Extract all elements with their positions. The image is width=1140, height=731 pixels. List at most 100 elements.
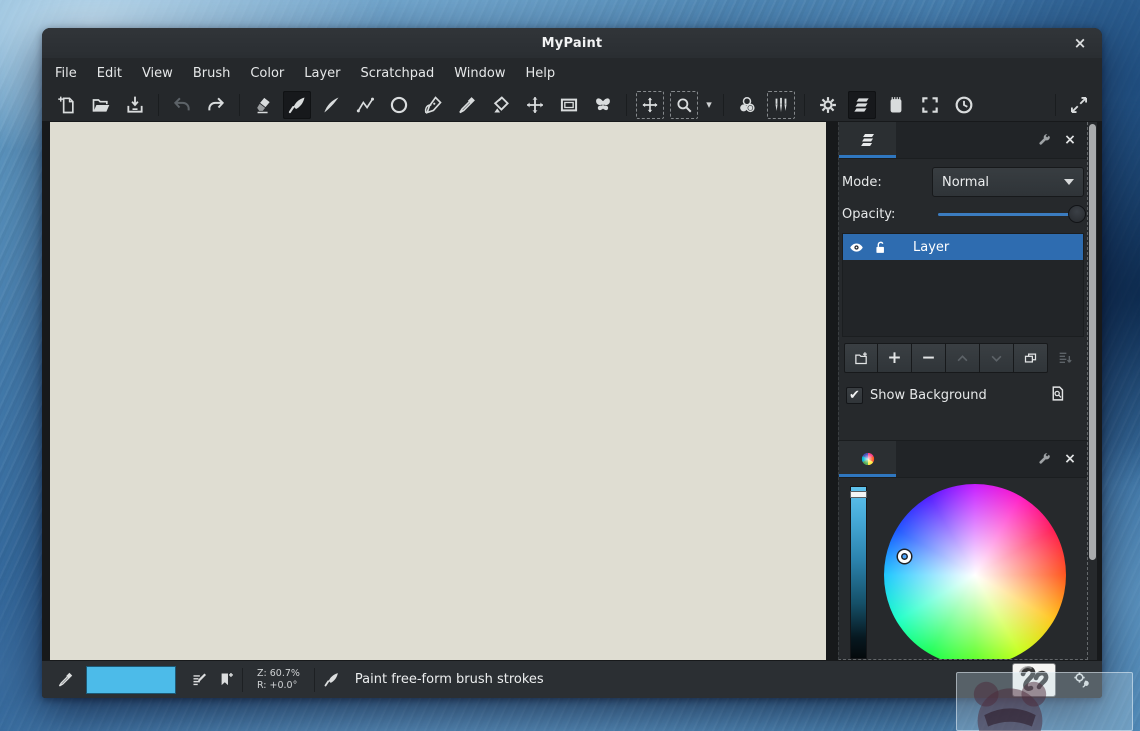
paintbrush-tool-icon[interactable] xyxy=(283,91,311,119)
layers-panel-toggle-icon[interactable] xyxy=(848,91,876,119)
color-panel-tabbar: × xyxy=(839,441,1087,478)
redo-icon[interactable] xyxy=(202,91,230,119)
color-value-slider[interactable] xyxy=(850,486,867,659)
toolbar-separator xyxy=(723,94,724,116)
layers-panel: × Mode: Normal Opacity: xyxy=(839,122,1087,441)
frame-tool-icon[interactable] xyxy=(555,91,583,119)
move-layer-tool-icon[interactable] xyxy=(521,91,549,119)
raise-layer-button[interactable] xyxy=(946,343,980,373)
toolbar-separator xyxy=(239,94,240,116)
active-tool-brush-icon xyxy=(319,666,345,694)
view-options-dropdown-icon[interactable]: ▾ xyxy=(701,98,717,111)
menu-window[interactable]: Window xyxy=(444,60,515,87)
layer-lock-open-icon[interactable] xyxy=(873,240,888,255)
layer-name[interactable]: Layer xyxy=(913,240,949,255)
ellipse-tool-icon[interactable] xyxy=(385,91,413,119)
history-clock-icon[interactable] xyxy=(950,91,978,119)
menu-file[interactable]: File xyxy=(45,60,87,87)
toolbar-separator xyxy=(626,94,627,116)
color-wheel-icon xyxy=(859,450,877,468)
opacity-slider-handle[interactable] xyxy=(1068,205,1086,223)
window-title: MyPaint xyxy=(542,36,603,51)
color-panel: × xyxy=(839,441,1087,659)
mode-label: Mode: xyxy=(842,175,882,190)
background-chooser-icon[interactable] xyxy=(1049,385,1066,406)
layer-visible-eye-icon[interactable] xyxy=(849,240,864,255)
menu-color[interactable]: Color xyxy=(240,60,294,87)
layer-buttons: + − xyxy=(842,343,1084,373)
mypaint-dock-overlay[interactable] xyxy=(956,672,1133,731)
eraser-icon[interactable] xyxy=(249,91,277,119)
brush-list-toggle-icon[interactable] xyxy=(767,91,795,119)
opacity-slider[interactable] xyxy=(938,205,1084,223)
layers-panel-close-icon[interactable]: × xyxy=(1057,122,1083,158)
layer-list[interactable]: Layer xyxy=(842,233,1084,337)
hsv-color-wheel[interactable] xyxy=(884,484,1066,659)
show-background-checkbox[interactable]: ✔ xyxy=(846,387,863,404)
main-area: × Mode: Normal Opacity: xyxy=(42,122,1102,660)
scratchpad-toggle-icon[interactable] xyxy=(882,91,910,119)
remove-layer-button[interactable]: − xyxy=(912,343,946,373)
color-wheel-tab[interactable] xyxy=(839,441,896,477)
bookmark-add-icon[interactable] xyxy=(212,666,238,694)
new-file-icon[interactable] xyxy=(53,91,81,119)
title-bar[interactable]: MyPaint × xyxy=(42,28,1102,58)
duplicate-layer-button[interactable] xyxy=(1014,343,1048,373)
layer-mode-select[interactable]: Normal xyxy=(932,167,1084,197)
status-bar: Z: 60.7% R: +0.0° Paint free-form brush … xyxy=(42,660,1102,698)
edit-brush-settings-icon[interactable] xyxy=(186,666,212,694)
window-close-button[interactable]: × xyxy=(1068,31,1092,55)
panel-settings-wrench-icon[interactable] xyxy=(1031,122,1057,158)
fullscreen-icon[interactable] xyxy=(916,91,944,119)
show-background-label[interactable]: Show Background xyxy=(870,388,987,403)
flood-fill-tool-icon[interactable] xyxy=(487,91,515,119)
smooth-line-tool-icon[interactable] xyxy=(317,91,345,119)
open-file-icon[interactable] xyxy=(87,91,115,119)
color-value-slider-handle[interactable] xyxy=(850,491,867,498)
drawing-canvas[interactable] xyxy=(50,122,826,660)
statusbar-separator xyxy=(242,668,243,692)
merge-down-button[interactable] xyxy=(1048,343,1082,373)
layers-panel-tabbar: × xyxy=(839,122,1087,159)
layers-tab[interactable] xyxy=(839,122,896,158)
dock-scrollbar-thumb[interactable] xyxy=(1089,124,1096,560)
statusbar-separator xyxy=(314,668,315,692)
rotation-readout: R: +0.0° xyxy=(257,680,297,691)
main-toolbar: ▾ xyxy=(42,88,1102,122)
color-wheel-picker-ring[interactable] xyxy=(898,550,911,563)
lower-layer-button[interactable] xyxy=(980,343,1014,373)
opacity-label: Opacity: xyxy=(842,207,895,222)
save-file-icon[interactable] xyxy=(121,91,149,119)
panel-settings-wrench-icon[interactable] xyxy=(1031,441,1057,477)
menu-brush[interactable]: Brush xyxy=(183,60,241,87)
symmetry-tool-icon[interactable] xyxy=(589,91,617,119)
menu-edit[interactable]: Edit xyxy=(87,60,132,87)
statusbar-color-picker-icon[interactable] xyxy=(52,666,78,694)
pan-view-icon[interactable] xyxy=(636,91,664,119)
tool-hint-text: Paint free-form brush strokes xyxy=(355,672,544,687)
zoom-rotation-readout: Z: 60.7% R: +0.0° xyxy=(257,668,300,692)
dock-scrollbar[interactable] xyxy=(1088,122,1097,660)
layer-mode-value: Normal xyxy=(942,175,1064,190)
zoom-view-icon[interactable] xyxy=(670,91,698,119)
color-wheel-toggle-icon[interactable] xyxy=(733,91,761,119)
new-layer-group-button[interactable] xyxy=(844,343,878,373)
menu-layer[interactable]: Layer xyxy=(294,60,350,87)
connected-lines-tool-icon[interactable] xyxy=(351,91,379,119)
preferences-gear-icon[interactable] xyxy=(814,91,842,119)
dock-resize-handle[interactable] xyxy=(826,122,838,660)
inking-tool-icon[interactable] xyxy=(419,91,447,119)
current-color-swatch[interactable] xyxy=(86,666,176,694)
undo-icon[interactable] xyxy=(168,91,196,119)
color-panel-close-icon[interactable]: × xyxy=(1057,441,1083,477)
color-picker-tool-icon[interactable] xyxy=(453,91,481,119)
menu-help[interactable]: Help xyxy=(515,60,565,87)
menu-scratchpad[interactable]: Scratchpad xyxy=(351,60,445,87)
menu-view[interactable]: View xyxy=(132,60,183,87)
add-layer-button[interactable]: + xyxy=(878,343,912,373)
right-dock: × Mode: Normal Opacity: xyxy=(838,122,1088,660)
toolbar-separator xyxy=(158,94,159,116)
layer-opacity-row: Opacity: xyxy=(842,205,1084,223)
layer-row-selected[interactable]: Layer xyxy=(843,234,1083,260)
expand-view-icon[interactable] xyxy=(1065,91,1093,119)
